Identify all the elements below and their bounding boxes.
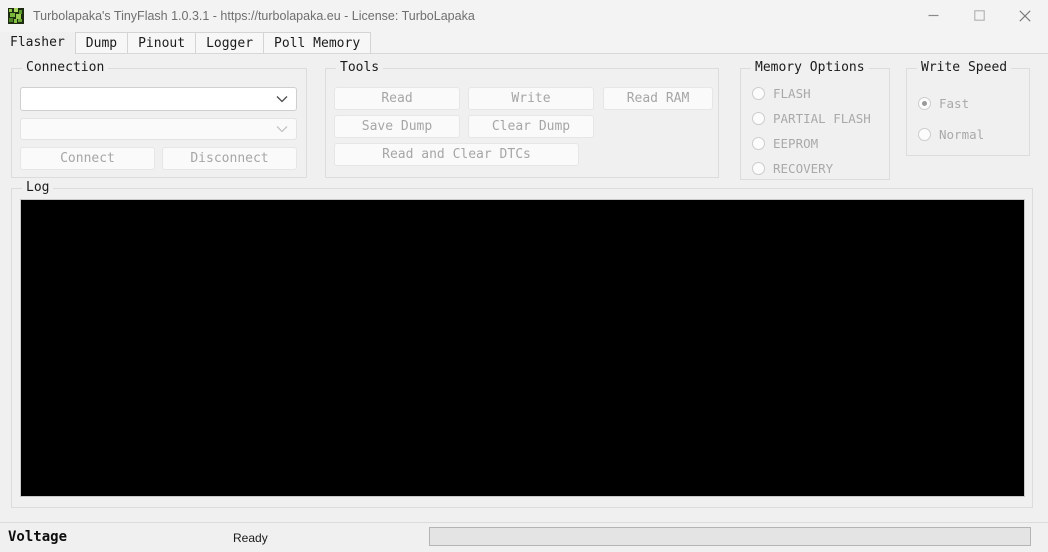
tools-panel: Tools Read Write Read RAM Save Dump Clea… xyxy=(325,60,719,178)
write-speed-panel: Write Speed Fast Normal xyxy=(906,60,1030,156)
tab-flasher[interactable]: Flasher xyxy=(0,32,76,54)
read-ram-button[interactable]: Read RAM xyxy=(603,87,713,110)
close-icon xyxy=(1019,9,1031,22)
log-panel-title: Log xyxy=(22,180,54,195)
read-button[interactable]: Read xyxy=(334,87,460,110)
tab-pinout[interactable]: Pinout xyxy=(127,32,197,53)
minimize-button[interactable] xyxy=(910,0,956,31)
write-speed-panel-title: Write Speed xyxy=(917,60,1012,75)
device-combobox[interactable] xyxy=(20,87,297,111)
radio-label-normal: Normal xyxy=(939,127,985,142)
connection-panel: Connection Connect Disconnect xyxy=(11,60,307,178)
status-text: Ready xyxy=(233,531,268,545)
radio-mark-eeprom xyxy=(752,137,765,150)
chevron-down-icon xyxy=(276,126,288,133)
memory-options-panel: Memory Options FLASH PARTIAL FLASH EEPRO… xyxy=(740,60,890,180)
radio-mark-normal xyxy=(918,128,931,141)
memory-options-panel-title: Memory Options xyxy=(751,60,869,75)
radio-mark-flash xyxy=(752,87,765,100)
tab-logger[interactable]: Logger xyxy=(195,32,265,53)
status-bar: Voltage Ready xyxy=(0,522,1048,552)
radio-flash[interactable]: FLASH xyxy=(752,86,811,101)
tools-panel-title: Tools xyxy=(336,60,384,75)
app-frog-icon xyxy=(8,7,24,24)
maximize-icon xyxy=(973,10,985,21)
radio-label-fast: Fast xyxy=(939,96,970,111)
radio-recovery[interactable]: RECOVERY xyxy=(752,161,833,176)
radio-normal[interactable]: Normal xyxy=(918,127,984,142)
disconnect-button[interactable]: Disconnect xyxy=(162,147,297,170)
radio-mark-fast xyxy=(918,97,931,110)
progress-bar xyxy=(429,527,1031,546)
tab-poll-memory[interactable]: Poll Memory xyxy=(263,32,372,53)
write-button[interactable]: Write xyxy=(468,87,594,110)
minimize-icon xyxy=(928,14,938,17)
radio-eeprom[interactable]: EEPROM xyxy=(752,136,818,151)
radio-mark-partial-flash xyxy=(752,112,765,125)
window-controls xyxy=(910,0,1048,31)
tab-bar: Flasher Dump Pinout Logger Poll Memory xyxy=(0,31,1048,54)
connection-panel-title: Connection xyxy=(22,60,109,75)
radio-label-eeprom: EEPROM xyxy=(773,136,819,151)
maximize-button[interactable] xyxy=(956,0,1002,31)
log-panel: Log xyxy=(11,180,1033,508)
radio-partial-flash[interactable]: PARTIAL FLASH xyxy=(752,111,871,126)
save-dump-button[interactable]: Save Dump xyxy=(334,115,460,138)
clear-dump-button[interactable]: Clear Dump xyxy=(468,115,594,138)
radio-fast[interactable]: Fast xyxy=(918,96,969,111)
connect-button[interactable]: Connect xyxy=(20,147,155,170)
read-and-clear-dtcs-button[interactable]: Read and Clear DTCs xyxy=(334,143,579,166)
radio-label-partial-flash: PARTIAL FLASH xyxy=(773,111,871,126)
radio-label-flash: FLASH xyxy=(773,86,811,101)
window-titlebar: Turbolapaka's TinyFlash 1.0.3.1 - https:… xyxy=(0,0,1048,31)
close-button[interactable] xyxy=(1002,0,1048,31)
radio-mark-recovery xyxy=(752,162,765,175)
voltage-label: Voltage xyxy=(8,529,68,545)
window-title: Turbolapaka's TinyFlash 1.0.3.1 - https:… xyxy=(33,8,475,23)
baudrate-combobox[interactable] xyxy=(20,118,297,140)
chevron-down-icon xyxy=(276,96,288,103)
log-output[interactable] xyxy=(20,199,1025,497)
tab-dump[interactable]: Dump xyxy=(74,32,129,53)
flasher-tab-panel: Connection Connect Disconnect Tools Read… xyxy=(0,54,1048,522)
radio-label-recovery: RECOVERY xyxy=(773,161,834,176)
